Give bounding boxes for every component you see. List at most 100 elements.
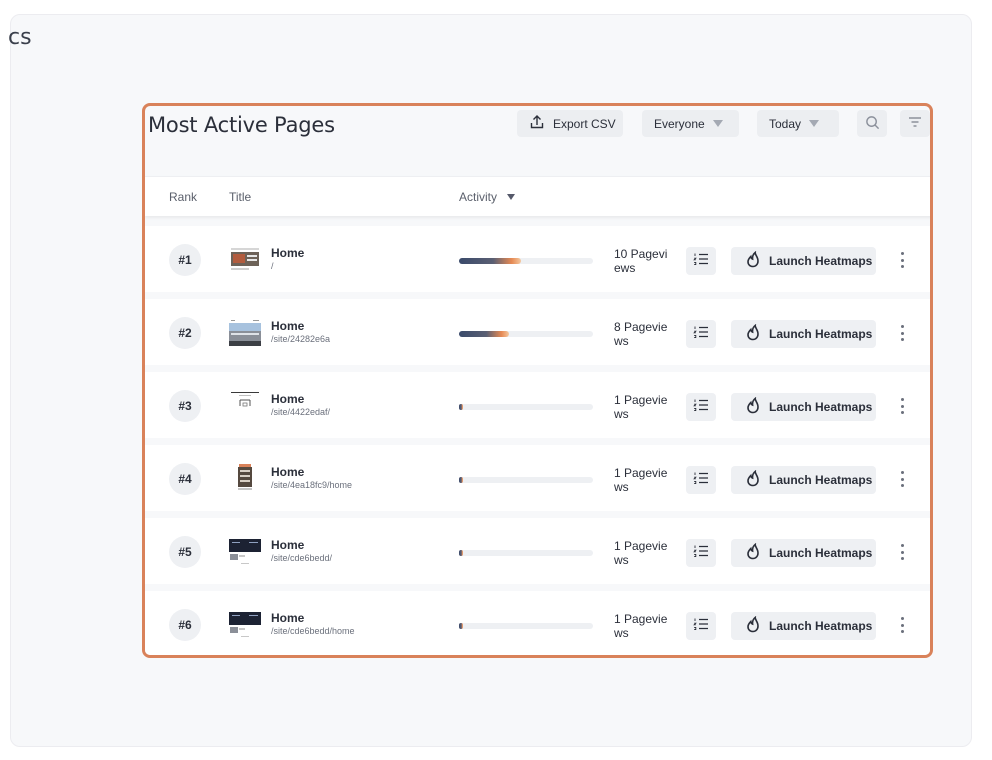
numbered-list-icon (693, 544, 709, 563)
numbered-list-icon (693, 325, 709, 344)
activity-bar (459, 404, 593, 410)
numbered-list-icon (693, 252, 709, 271)
date-range-dropdown[interactable]: Today (757, 110, 839, 137)
page-details-button[interactable] (686, 393, 716, 421)
page-thumbnail[interactable] (229, 390, 261, 420)
rank-badge: #5 (169, 536, 201, 568)
table-row: #3 Home /site/4422edaf/ 1 Pageviews Laun… (145, 372, 930, 438)
numbered-list-icon (693, 398, 709, 417)
page-name[interactable]: Home (271, 465, 304, 479)
audience-selected: Everyone (654, 116, 705, 131)
page-name[interactable]: Home (271, 538, 304, 552)
column-header-title: Title (229, 190, 252, 204)
export-csv-label: Export CSV (553, 116, 616, 131)
launch-heatmaps-button[interactable]: Launch Heatmaps (731, 393, 876, 421)
flame-icon (745, 250, 761, 271)
page-thumbnail[interactable] (229, 463, 261, 493)
pageview-count: 1 Pageviews (614, 612, 668, 640)
launch-heatmaps-label: Launch Heatmaps (769, 473, 873, 487)
page-list: #1 Home / 10 Pageviews Launch Heatmaps #… (145, 226, 930, 655)
page-details-button[interactable] (686, 466, 716, 494)
pageview-count: 1 Pageviews (614, 393, 668, 421)
launch-heatmaps-button[interactable]: Launch Heatmaps (731, 247, 876, 275)
flame-icon (745, 469, 761, 490)
table-row: #4 Home /site/4ea18fc9/home 1 Pageviews (145, 445, 930, 511)
rank-badge: #6 (169, 609, 201, 641)
activity-bar (459, 258, 593, 264)
pageview-count: 8 Pageviews (614, 320, 668, 348)
card-title: Most Active Pages (148, 113, 335, 137)
page-thumbnail[interactable] (229, 244, 261, 274)
flame-icon (745, 542, 761, 563)
column-header-rank: Rank (169, 190, 198, 204)
most-active-pages-card: Most Active Pages Export CSV Everyone To… (142, 103, 933, 658)
launch-heatmaps-button[interactable]: Launch Heatmaps (731, 612, 876, 640)
page-thumbnail[interactable] (229, 536, 261, 566)
rank-badge: #4 (169, 463, 201, 495)
page-path: /site/cde6bedd/home (271, 626, 355, 636)
more-vertical-icon[interactable] (897, 542, 907, 562)
page-thumbnail[interactable] (229, 609, 261, 639)
table-row: #1 Home / 10 Pageviews Launch Heatmaps (145, 226, 930, 292)
numbered-list-icon (693, 471, 709, 490)
page-thumbnail[interactable] (229, 317, 261, 347)
page-details-button[interactable] (686, 320, 716, 348)
more-vertical-icon[interactable] (897, 250, 907, 270)
page-name[interactable]: Home (271, 392, 304, 406)
launch-heatmaps-label: Launch Heatmaps (769, 327, 873, 341)
table-header: Rank Title Activity (145, 176, 930, 216)
page-heading: cs (8, 25, 32, 50)
page-details-button[interactable] (686, 612, 716, 640)
flame-icon (745, 615, 761, 636)
more-vertical-icon[interactable] (897, 396, 907, 416)
audience-dropdown[interactable]: Everyone (642, 110, 739, 137)
rank-badge: #3 (169, 390, 201, 422)
numbered-list-icon (693, 617, 709, 636)
filter-icon (908, 116, 922, 131)
table-row: #5 Home /site/cde6bedd/ 1 Pageviews Laun… (145, 518, 930, 584)
page-path: /site/cde6bedd/ (271, 553, 333, 563)
more-vertical-icon[interactable] (897, 469, 907, 489)
page-name[interactable]: Home (271, 611, 304, 625)
column-header-activity[interactable]: Activity (459, 190, 516, 204)
page-path: /site/4422edaf/ (271, 407, 331, 417)
rank-badge: #2 (169, 317, 201, 349)
launch-heatmaps-button[interactable]: Launch Heatmaps (731, 466, 876, 494)
pageview-count: 1 Pageviews (614, 539, 668, 567)
launch-heatmaps-label: Launch Heatmaps (769, 619, 873, 633)
column-header-activity-label: Activity (459, 190, 498, 204)
more-vertical-icon[interactable] (897, 615, 907, 635)
upload-icon (529, 114, 545, 133)
page-details-button[interactable] (686, 247, 716, 275)
sort-caret-icon (507, 194, 516, 200)
table-row: #2 Home /site/24282e6a 8 Pageviews Launc… (145, 299, 930, 365)
launch-heatmaps-label: Launch Heatmaps (769, 546, 873, 560)
page-path: /site/24282e6a (271, 334, 331, 344)
launch-heatmaps-label: Launch Heatmaps (769, 400, 873, 414)
launch-heatmaps-label: Launch Heatmaps (769, 254, 873, 268)
pageview-count: 10 Pageviews (614, 247, 668, 275)
activity-bar-fill (459, 404, 464, 410)
activity-bar-fill (459, 331, 509, 337)
caret-down-icon (712, 120, 723, 127)
export-csv-button[interactable]: Export CSV (517, 110, 623, 137)
search-button[interactable] (857, 110, 887, 137)
activity-bar-fill (459, 623, 464, 629)
page-name[interactable]: Home (271, 319, 304, 333)
launch-heatmaps-button[interactable]: Launch Heatmaps (731, 539, 876, 567)
pageview-count: 1 Pageviews (614, 466, 668, 494)
launch-heatmaps-button[interactable]: Launch Heatmaps (731, 320, 876, 348)
page-name[interactable]: Home (271, 246, 304, 260)
date-range-selected: Today (769, 116, 802, 131)
page-details-button[interactable] (686, 539, 716, 567)
search-icon (865, 115, 880, 133)
page-path: / (271, 261, 274, 271)
page-path: /site/4ea18fc9/home (271, 480, 353, 490)
filter-button[interactable] (900, 110, 930, 137)
activity-bar (459, 331, 593, 337)
table-row: #6 Home /site/cde6bedd/home 1 Pageviews (145, 591, 930, 655)
activity-bar (459, 623, 593, 629)
activity-bar (459, 477, 593, 483)
more-vertical-icon[interactable] (897, 323, 907, 343)
activity-bar-fill (459, 477, 464, 483)
